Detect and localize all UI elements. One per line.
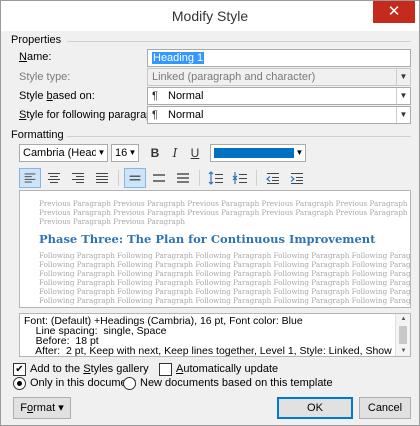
- pilcrow-icon: ¶: [152, 109, 158, 121]
- font-size-dropdown[interactable]: ▼: [127, 144, 139, 162]
- format-label-pre: F: [20, 402, 27, 414]
- single-spacing-icon[interactable]: [124, 168, 146, 188]
- font-color-dropdown[interactable]: ▼: [294, 144, 306, 162]
- align-center-icon[interactable]: [43, 168, 65, 188]
- style-based-on-label: Style based on:: [19, 90, 95, 102]
- font-color-combo[interactable]: [210, 144, 306, 162]
- auto-update-label-rest: utomatically update: [183, 363, 279, 375]
- previous-paragraph-line: Previous Paragraph Previous Paragraph Pr…: [39, 208, 410, 217]
- dialog-title: Modify Style: [171, 8, 249, 24]
- properties-section-label: Properties: [11, 34, 62, 46]
- style-description-box[interactable]: Font: (Default) +Headings (Cambria), 16 …: [19, 313, 411, 357]
- toolbar-separator: [199, 170, 200, 186]
- add-to-gallery-label-pre: Add to the: [30, 363, 84, 375]
- scroll-down-icon[interactable]: ▼: [396, 346, 410, 356]
- modify-style-dialog: Modify Style ✕ Properties Name: Heading …: [0, 0, 420, 426]
- checkmark-icon: ✔: [15, 364, 24, 375]
- chevron-down-icon: ▼: [295, 148, 304, 157]
- only-this-document-radio[interactable]: [13, 377, 26, 390]
- format-button[interactable]: Format ▾: [13, 397, 71, 419]
- description-line: After: 2 pt, Keep with next, Keep lines …: [24, 345, 411, 357]
- toolbar-separator: [118, 170, 119, 186]
- add-to-gallery-checkbox[interactable]: ✔: [13, 363, 26, 376]
- style-preview-pane: Previous Paragraph Previous Paragraph Pr…: [19, 190, 411, 308]
- auto-update-checkbox[interactable]: [159, 363, 172, 376]
- style-based-on-value: Normal: [168, 90, 204, 102]
- chevron-down-icon[interactable]: ▼: [396, 107, 410, 123]
- chevron-down-icon: ▼: [97, 148, 106, 157]
- align-right-icon[interactable]: [67, 168, 89, 188]
- name-value: Heading 1: [152, 52, 205, 64]
- font-size-value: 16: [115, 147, 128, 159]
- scrollbar-thumb[interactable]: [399, 326, 407, 344]
- underline-button[interactable]: U: [185, 144, 205, 162]
- preview-heading-sample: Phase Three: The Plan for Continuous Imp…: [39, 232, 376, 246]
- align-left-icon[interactable]: [19, 168, 41, 188]
- name-field[interactable]: Heading 1: [147, 49, 411, 67]
- font-name-value: Cambria (Heading: [23, 147, 107, 159]
- style-based-on-select[interactable]: ¶ Normal ▼: [147, 87, 411, 105]
- font-color-swatch: [214, 148, 300, 158]
- decrease-indent-icon[interactable]: [262, 168, 284, 188]
- radio-dot: [17, 381, 22, 386]
- name-label: Name:: [19, 51, 51, 63]
- previous-paragraph-line: Previous Paragraph Previous Paragraph: [39, 217, 186, 226]
- previous-paragraph-line: Previous Paragraph Previous Paragraph Pr…: [39, 199, 410, 208]
- increase-spacing-icon[interactable]: [205, 168, 227, 188]
- chevron-down-icon: ▾: [58, 402, 64, 414]
- add-to-gallery-label-accel: S: [83, 363, 91, 375]
- style-following-label: Style for following paragraph:: [19, 109, 161, 121]
- chevron-down-icon: ▼: [396, 69, 410, 85]
- style-following-select[interactable]: ¶ Normal ▼: [147, 106, 411, 124]
- style-based-on-label-pre: Style: [19, 90, 47, 102]
- double-spacing-icon[interactable]: [172, 168, 194, 188]
- font-name-combo[interactable]: Cambria (Heading: [19, 144, 107, 162]
- description-scrollbar[interactable]: ▲ ▼: [395, 314, 410, 356]
- style-type-value: Linked (paragraph and character): [152, 71, 316, 83]
- following-paragraph-line: Following Paragraph Following Paragraph …: [39, 260, 411, 269]
- following-paragraph-line: Following Paragraph Following Paragraph …: [39, 287, 411, 296]
- formatting-divider: [67, 136, 411, 137]
- new-documents-radio[interactable]: [123, 377, 136, 390]
- italic-button[interactable]: I: [165, 144, 185, 162]
- close-button[interactable]: ✕: [373, 1, 415, 23]
- one-half-spacing-icon[interactable]: [148, 168, 170, 188]
- add-to-gallery-label-rest: tyles gallery: [90, 363, 149, 375]
- new-documents-label: New documents based on this template: [140, 377, 333, 389]
- following-paragraph-line: Following Paragraph Following Paragraph …: [39, 251, 411, 260]
- properties-divider: [67, 41, 411, 42]
- name-label-rest: ame:: [26, 51, 52, 63]
- title-bar: Modify Style ✕: [1, 1, 419, 31]
- ok-button[interactable]: OK: [277, 397, 353, 419]
- scroll-up-icon[interactable]: ▲: [396, 314, 410, 324]
- cancel-button[interactable]: Cancel: [359, 397, 411, 419]
- add-to-gallery-label: Add to the Styles gallery: [30, 363, 149, 375]
- only-this-document-label: Only in this document: [30, 377, 136, 389]
- justify-icon[interactable]: [91, 168, 113, 188]
- style-type-label: Style type:: [19, 71, 71, 83]
- auto-update-label: Automatically update: [176, 363, 278, 375]
- close-icon: ✕: [387, 3, 401, 20]
- style-type-select: Linked (paragraph and character) ▼: [147, 68, 411, 86]
- following-paragraph-line: Following Paragraph Following Paragraph …: [39, 296, 411, 305]
- following-paragraph-line: Following Paragraph Following Paragraph …: [39, 278, 411, 287]
- decrease-spacing-icon[interactable]: [229, 168, 251, 188]
- chevron-down-icon[interactable]: ▼: [396, 88, 410, 104]
- following-paragraph-line: Following Paragraph Following Paragraph …: [39, 269, 411, 278]
- bold-button[interactable]: B: [145, 144, 165, 162]
- formatting-section-label: Formatting: [11, 129, 64, 141]
- name-label-accel: N: [19, 51, 27, 63]
- font-name-dropdown[interactable]: ▼: [96, 144, 108, 162]
- toolbar-separator: [256, 170, 257, 186]
- pilcrow-icon: ¶: [152, 90, 158, 102]
- chevron-down-icon: ▼: [128, 148, 137, 157]
- increase-indent-icon[interactable]: [286, 168, 308, 188]
- format-label-rest: rmat: [33, 402, 56, 414]
- style-following-value: Normal: [168, 109, 204, 121]
- style-following-label-rest: tyle for following paragraph:: [26, 109, 162, 121]
- style-based-on-label-rest: ased on:: [52, 90, 95, 102]
